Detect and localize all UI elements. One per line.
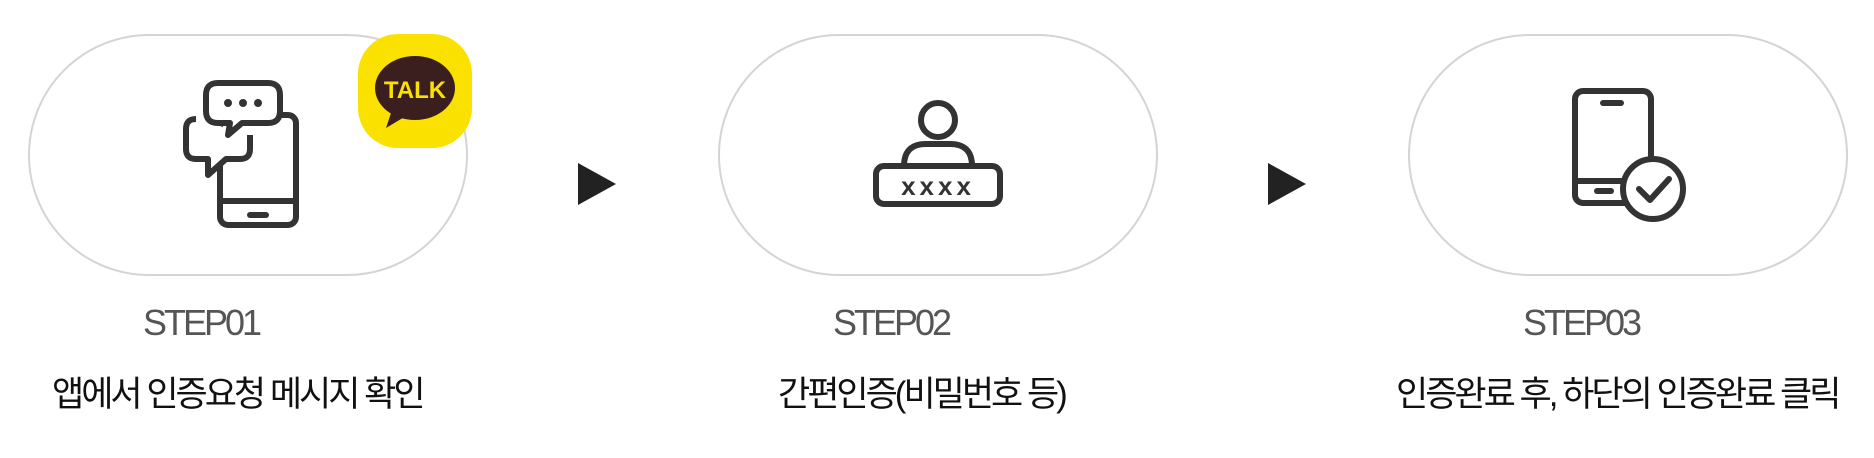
step-3: STEP03 인증완료 후, 하단의 인증완료 클릭 <box>1380 0 1848 458</box>
step-1: TALK STEP01 앱에서 인증요청 메시지 확인 <box>0 0 472 458</box>
step-3-icon-container <box>1408 34 1848 276</box>
step-2-description: 간편인증(비밀번호 등) <box>778 375 1068 414</box>
step-3-label: STEP03 <box>1523 302 1642 343</box>
password-mask-text: xxxx <box>901 171 975 201</box>
phone-check-icon <box>1572 88 1686 222</box>
kakaotalk-icon: TALK <box>375 56 455 128</box>
step-1-label: STEP01 <box>143 302 262 343</box>
kakaotalk-badge-text: TALK <box>384 77 447 104</box>
step-1-description: 앱에서 인증요청 메시지 확인 <box>52 375 426 414</box>
arrow-right-icon <box>1268 163 1306 205</box>
step-3-description: 인증완료 후, 하단의 인증완료 클릭 <box>1396 375 1841 414</box>
arrow-right-icon <box>578 163 616 205</box>
step-2-label: STEP02 <box>833 302 952 343</box>
chat-phone-icon <box>183 80 299 228</box>
step-2: xxxx STEP02 간편인증(비밀번호 등) <box>690 0 1158 458</box>
kakaotalk-badge: TALK <box>358 34 472 148</box>
step-2-icon-container: xxxx <box>718 34 1158 276</box>
user-password-icon: xxxx <box>873 100 1003 207</box>
